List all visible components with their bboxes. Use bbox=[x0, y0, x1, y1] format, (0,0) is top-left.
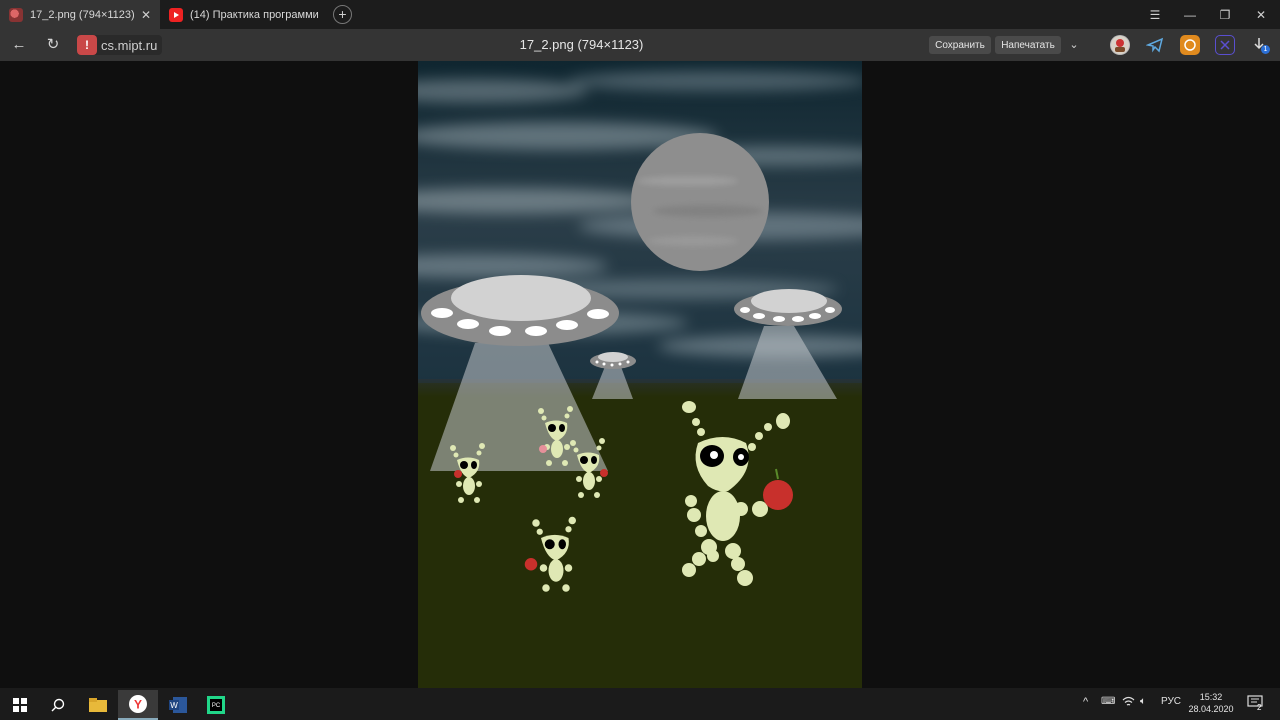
tab-image[interactable]: 17_2.png (794×1123) ✕ bbox=[0, 0, 160, 29]
yandex-browser-icon[interactable]: Y bbox=[118, 690, 158, 720]
restore-icon[interactable]: ❐ bbox=[1208, 0, 1242, 29]
menu-icon[interactable]: ☰ bbox=[1138, 0, 1172, 29]
svg-text:W: W bbox=[170, 701, 178, 710]
telegram-icon[interactable] bbox=[1145, 35, 1165, 55]
close-tab-icon[interactable]: ✕ bbox=[138, 8, 154, 22]
displayed-image bbox=[418, 61, 862, 688]
minimize-icon[interactable]: — bbox=[1173, 0, 1207, 29]
tab-strip: 17_2.png (794×1123) ✕ (14) Практика прог… bbox=[0, 0, 1280, 29]
youtube-favicon bbox=[169, 7, 183, 22]
chevron-up-icon[interactable]: ^ bbox=[1083, 696, 1088, 708]
chevron-down-icon[interactable]: ⌄ bbox=[1064, 35, 1084, 55]
print-button[interactable]: Напечатать bbox=[995, 36, 1061, 54]
downloads-badge: 1 bbox=[1261, 45, 1270, 54]
svg-text:Y: Y bbox=[134, 698, 142, 712]
svg-text:PC: PC bbox=[212, 703, 221, 709]
search-icon[interactable] bbox=[38, 690, 78, 720]
clock[interactable]: 15:32 28.04.2020 bbox=[1188, 691, 1234, 715]
keyboard-icon[interactable]: ⌨ bbox=[1101, 696, 1115, 707]
address-toolbar: ← ↻ ! cs.mipt.ru 17_2.png (794×1123) Сох… bbox=[0, 29, 1280, 61]
moon bbox=[631, 133, 769, 271]
downloads-icon[interactable]: 1 bbox=[1250, 35, 1270, 55]
windows-taskbar: Y W PC ^ ⌨ 🔈︎ РУС 15:32 28.04.2020 2 bbox=[0, 688, 1280, 720]
tab-title: (14) Практика программи bbox=[190, 8, 319, 21]
tab-title: 17_2.png (794×1123) bbox=[30, 8, 135, 21]
clock-date: 28.04.2020 bbox=[1188, 704, 1234, 714]
notifications-icon[interactable]: 2 bbox=[1247, 694, 1263, 713]
language-indicator[interactable]: РУС bbox=[1161, 696, 1181, 707]
new-tab-button[interactable]: + bbox=[333, 5, 352, 24]
notifications-badge: 2 bbox=[1257, 703, 1262, 712]
tab-youtube[interactable]: (14) Практика программи bbox=[160, 0, 320, 29]
volume-icon[interactable]: 🔈︎ bbox=[1140, 696, 1146, 707]
extension-icon[interactable] bbox=[1215, 35, 1235, 55]
close-icon[interactable]: ✕ bbox=[1244, 0, 1278, 29]
alien-ufo-scene bbox=[418, 61, 862, 688]
wifi-icon[interactable] bbox=[1122, 696, 1135, 710]
save-button[interactable]: Сохранить bbox=[929, 36, 991, 54]
profile-icon[interactable] bbox=[1110, 35, 1130, 55]
windows-start-icon[interactable] bbox=[0, 690, 40, 720]
file-explorer-icon[interactable] bbox=[78, 690, 118, 720]
word-icon[interactable]: W bbox=[158, 690, 198, 720]
image-viewer bbox=[0, 61, 1280, 688]
whatsapp-icon[interactable] bbox=[1180, 35, 1200, 55]
image-favicon bbox=[9, 7, 23, 22]
clock-time: 15:32 bbox=[1199, 692, 1223, 702]
pycharm-icon[interactable]: PC bbox=[196, 690, 236, 720]
